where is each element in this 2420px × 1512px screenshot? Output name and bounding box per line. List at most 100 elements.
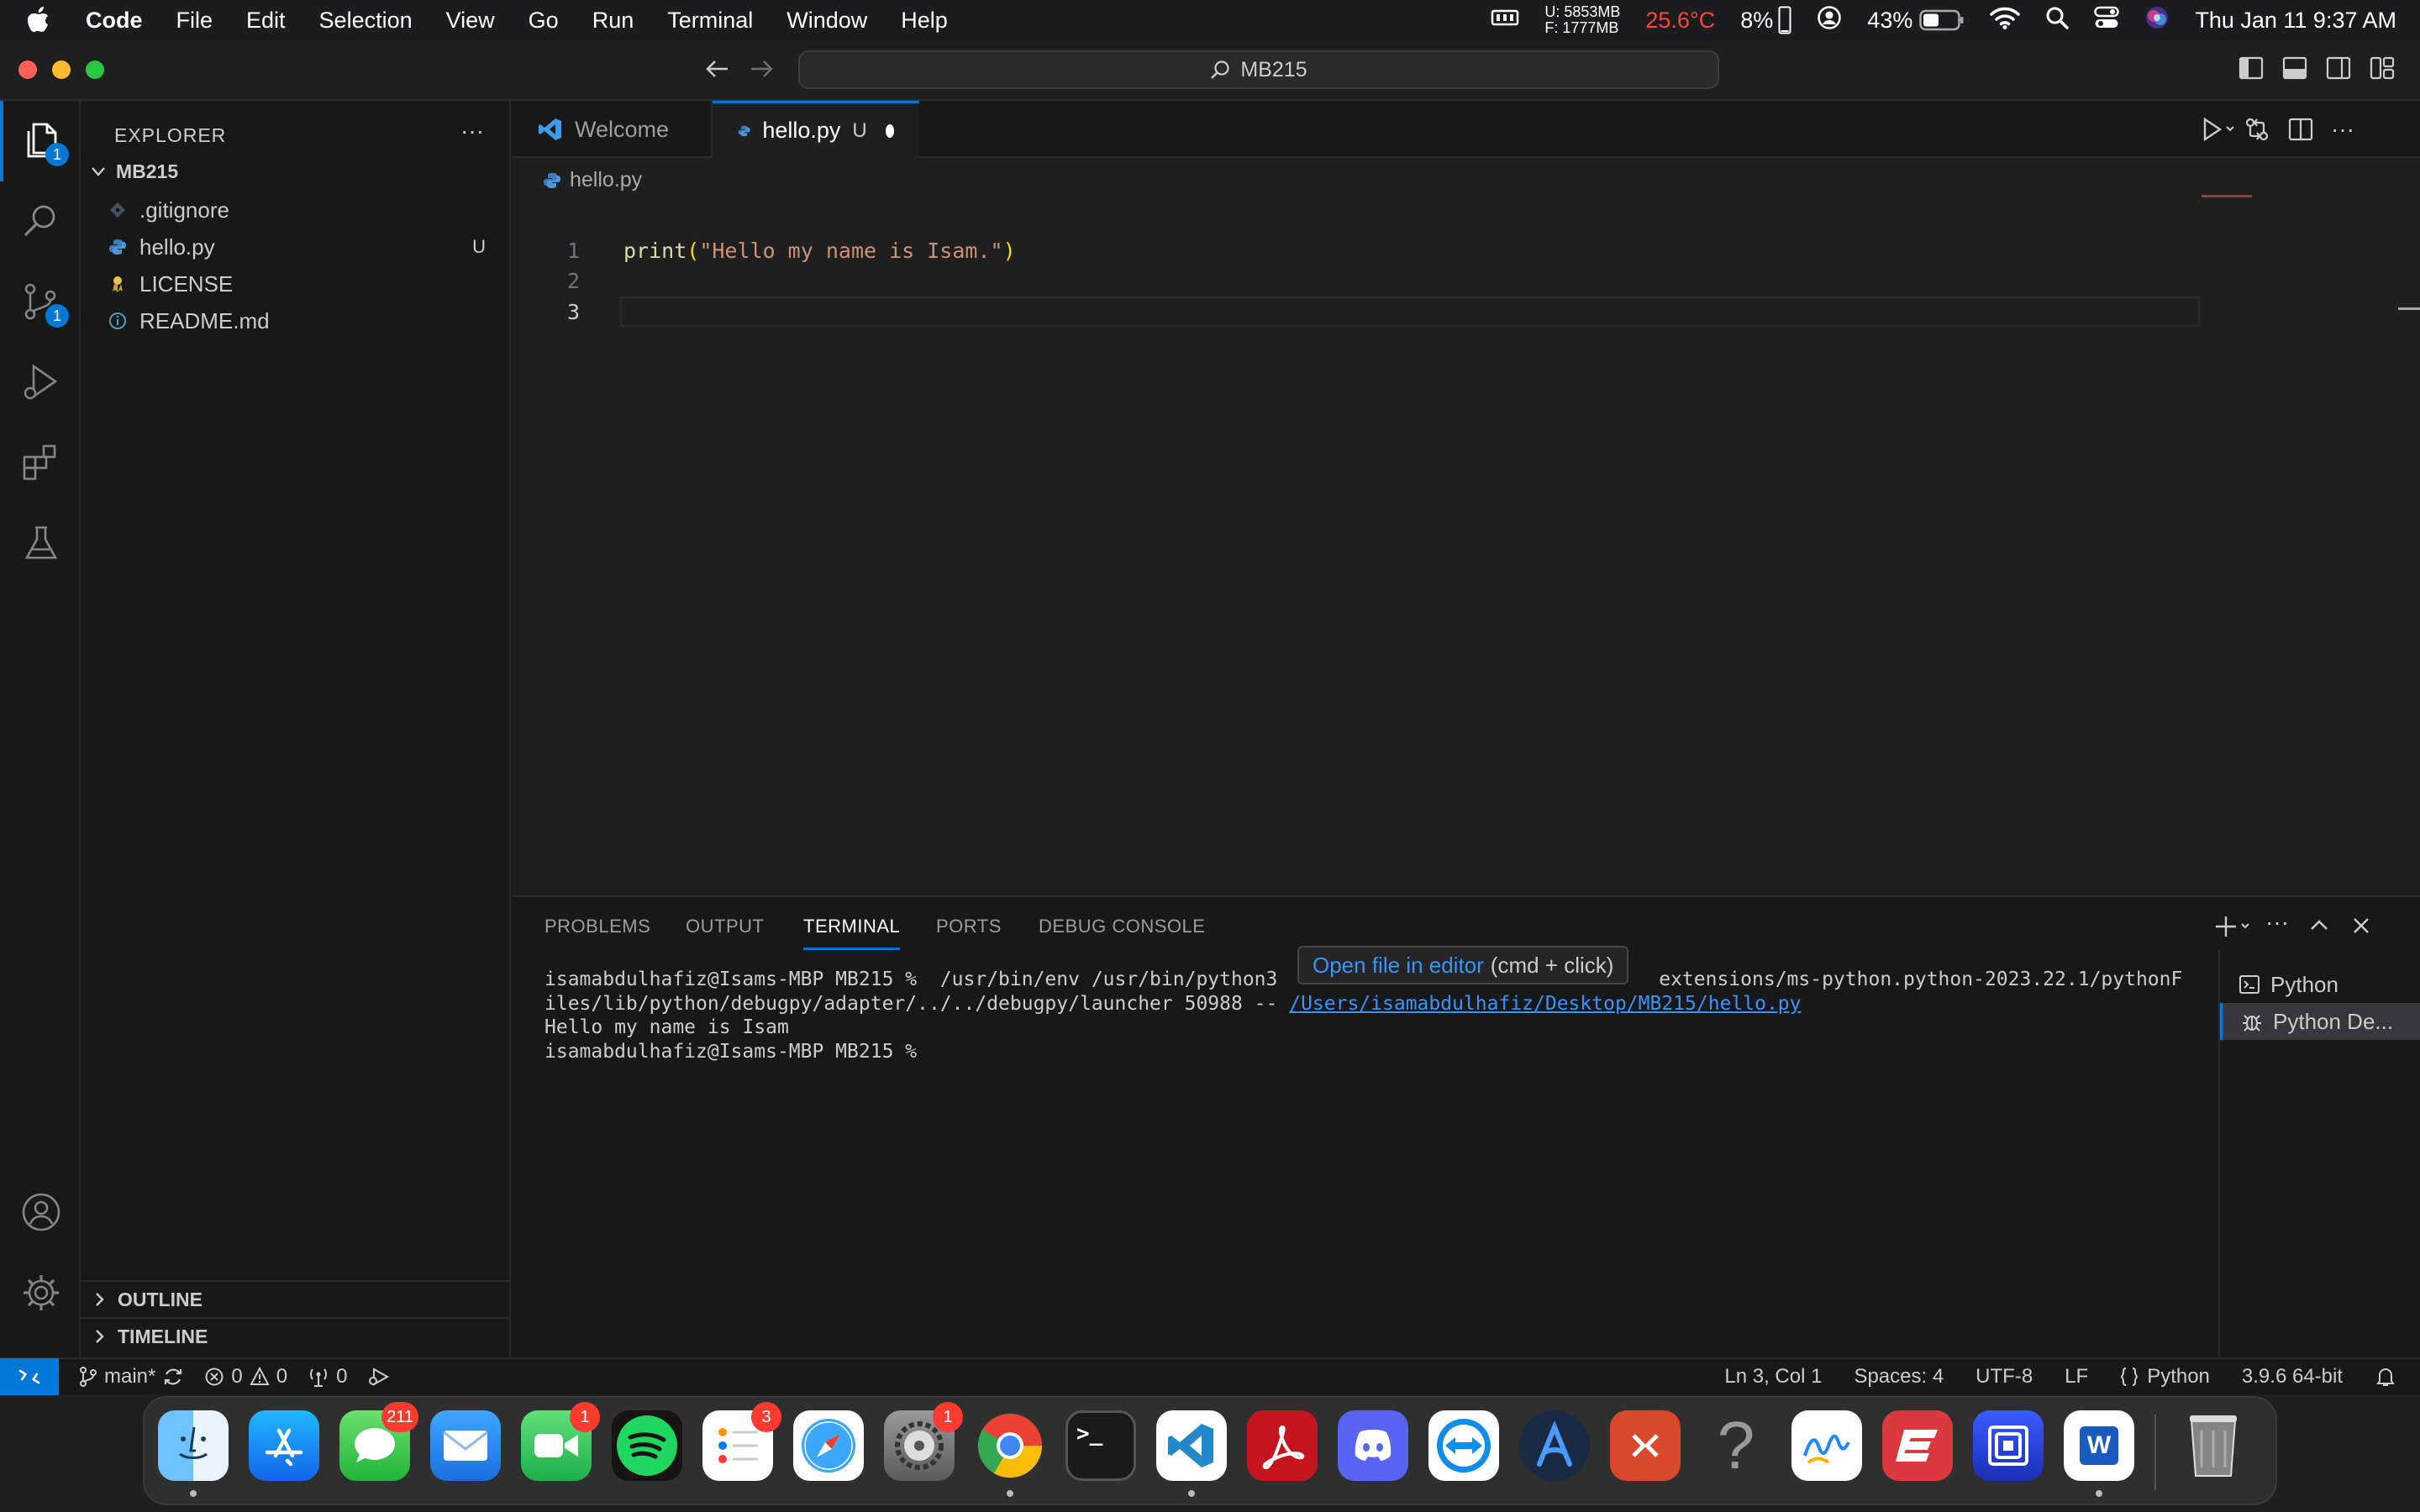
debug-status[interactable] — [367, 1367, 391, 1387]
terminal-file-link[interactable]: /Users/isamabdulhafiz/Desktop/MB215/hell… — [1289, 993, 1801, 1015]
back-arrow-icon[interactable] — [701, 52, 734, 86]
accounts-icon[interactable] — [20, 1191, 62, 1233]
menu-edit[interactable]: Edit — [246, 8, 286, 34]
file-readme[interactable]: README.md — [106, 302, 501, 339]
tab-ports[interactable]: PORTS — [936, 916, 1002, 937]
cpu-readout[interactable]: 8% — [1740, 6, 1791, 34]
user-account-icon[interactable] — [1817, 5, 1842, 36]
git-branch-status[interactable]: main* — [79, 1365, 184, 1389]
settings-gear-icon[interactable] — [20, 1272, 62, 1314]
indentation[interactable]: Spaces: 4 — [1854, 1365, 1944, 1389]
menu-code[interactable]: Code — [86, 8, 143, 34]
problems-status[interactable]: 0 0 — [204, 1365, 287, 1389]
memory-monitor-icon[interactable] — [1491, 7, 1519, 34]
menu-run[interactable]: Run — [592, 8, 634, 34]
dock-spotify-icon[interactable] — [612, 1410, 682, 1481]
toggle-panel-icon[interactable] — [2282, 55, 2311, 84]
dock-terminal-icon[interactable]: >_ — [1065, 1410, 1136, 1481]
unsaved-dot-icon[interactable] — [885, 123, 894, 138]
code-line-2[interactable]: 2 — [513, 265, 2378, 296]
sync-icon[interactable] — [162, 1366, 184, 1388]
run-and-debug-icon[interactable] — [20, 361, 62, 403]
folder-mb215[interactable]: MB215 — [89, 155, 178, 188]
spotlight-search-icon[interactable] — [2045, 6, 2070, 35]
run-python-file-icon[interactable] — [2202, 116, 2235, 147]
toggle-primary-sidebar-icon[interactable] — [2238, 55, 2267, 84]
dock-finder-icon[interactable] — [158, 1410, 229, 1481]
customize-layout-icon[interactable] — [2370, 55, 2398, 84]
cursor-position[interactable]: Ln 3, Col 1 — [1724, 1365, 1822, 1389]
split-editor-icon[interactable] — [2287, 116, 2314, 147]
menu-window[interactable]: Window — [786, 8, 867, 34]
dock-remote-desktop-icon[interactable] — [1610, 1410, 1681, 1481]
dock-system-settings-icon[interactable]: 1 — [884, 1402, 963, 1481]
testing-flask-icon[interactable] — [20, 522, 62, 564]
search-view-icon[interactable] — [20, 200, 62, 242]
file-license[interactable]: LICENSE — [106, 265, 501, 302]
menu-file[interactable]: File — [176, 8, 213, 34]
tab-debug-console[interactable]: DEBUG CONSOLE — [1039, 916, 1205, 937]
battery-status[interactable]: 43% — [1867, 8, 1965, 34]
zoom-window-button[interactable] — [86, 60, 104, 79]
siri-icon[interactable] — [2144, 5, 2170, 36]
timeline-section[interactable]: TIMELINE — [81, 1317, 509, 1354]
end-of-line[interactable]: LF — [2065, 1365, 2088, 1389]
tab-terminal[interactable]: TERMINAL — [803, 916, 901, 950]
tab-output[interactable]: OUTPUT — [686, 916, 764, 937]
menu-selection[interactable]: Selection — [319, 8, 413, 34]
dock-freeform-icon[interactable] — [1791, 1410, 1862, 1481]
dock-arc-icon[interactable] — [1519, 1410, 1590, 1481]
code-line-1[interactable]: 1 print("Hello my name is Isam.") — [513, 235, 2378, 265]
forward-arrow-icon[interactable] — [744, 52, 778, 86]
dock-messages-icon[interactable]: 211 — [339, 1402, 418, 1481]
menu-go[interactable]: Go — [529, 8, 559, 34]
dock-safari-icon[interactable] — [793, 1410, 864, 1481]
more-actions-icon[interactable]: ··· — [460, 118, 484, 144]
temperature-readout[interactable]: 25.6°C — [1645, 8, 1715, 34]
panel-more-actions-icon[interactable]: ··· — [2265, 909, 2289, 936]
editor-more-actions-icon[interactable]: ··· — [2331, 116, 2354, 143]
dock-screens-icon[interactable] — [1973, 1410, 2044, 1481]
minimize-window-button[interactable] — [52, 60, 71, 79]
python-interpreter[interactable]: 3.9.6 64-bit — [2242, 1365, 2343, 1389]
notifications-bell-icon[interactable] — [2375, 1366, 2396, 1388]
menu-view[interactable]: View — [446, 8, 495, 34]
dock-facetime-icon[interactable]: 1 — [521, 1402, 600, 1481]
dock-vscode-icon[interactable] — [1156, 1410, 1227, 1481]
dock-teamviewer-icon[interactable] — [1428, 1410, 1499, 1481]
menu-terminal[interactable]: Terminal — [667, 8, 753, 34]
toggle-secondary-sidebar-icon[interactable] — [2326, 55, 2354, 84]
control-center-icon[interactable] — [2094, 6, 2120, 35]
wifi-icon[interactable] — [1990, 6, 2021, 35]
dock-chrome-icon[interactable] — [975, 1410, 1045, 1481]
extensions-icon[interactable] — [20, 442, 62, 484]
close-window-button[interactable] — [18, 60, 37, 79]
remote-indicator-icon[interactable] — [0, 1358, 59, 1395]
tab-hello-py[interactable]: hello.py U — [713, 101, 919, 158]
tab-welcome[interactable]: Welcome — [513, 101, 713, 158]
dock-help-icon[interactable]: ? — [1701, 1408, 1771, 1483]
terminal-item-python[interactable]: Python — [2220, 966, 2420, 1003]
explorer-icon[interactable]: 1 — [20, 119, 69, 166]
file-hello-py[interactable]: hello.py U — [106, 228, 501, 265]
dock-discord-icon[interactable] — [1338, 1410, 1408, 1481]
outline-section[interactable]: OUTLINE — [81, 1280, 509, 1317]
minimap[interactable] — [2202, 195, 2252, 197]
file-gitignore[interactable]: .gitignore — [106, 192, 501, 228]
new-terminal-plus-icon[interactable] — [2215, 914, 2252, 943]
code-line-3[interactable]: 3 — [513, 297, 2378, 327]
clock[interactable]: Thu Jan 11 9:37 AM — [2195, 8, 2396, 34]
dock-expressvpn-icon[interactable] — [1882, 1410, 1953, 1481]
terminal-item-python-debug[interactable]: Python De... — [2220, 1003, 2420, 1040]
command-center-search[interactable]: MB215 — [798, 50, 1719, 89]
language-mode[interactable]: Python — [2120, 1365, 2210, 1389]
dock-app-store-icon[interactable] — [249, 1410, 319, 1481]
tab-problems[interactable]: PROBLEMS — [544, 916, 650, 937]
apple-menu-icon[interactable] — [24, 3, 52, 37]
tooltip-link[interactable]: Open file in editor — [1313, 953, 1484, 979]
source-control-icon[interactable]: 1 — [20, 281, 69, 328]
file-encoding[interactable]: UTF-8 — [1975, 1365, 2033, 1389]
breadcrumb[interactable]: hello.py — [543, 168, 642, 192]
ports-status[interactable]: 0 — [308, 1365, 347, 1389]
menu-help[interactable]: Help — [901, 8, 948, 34]
